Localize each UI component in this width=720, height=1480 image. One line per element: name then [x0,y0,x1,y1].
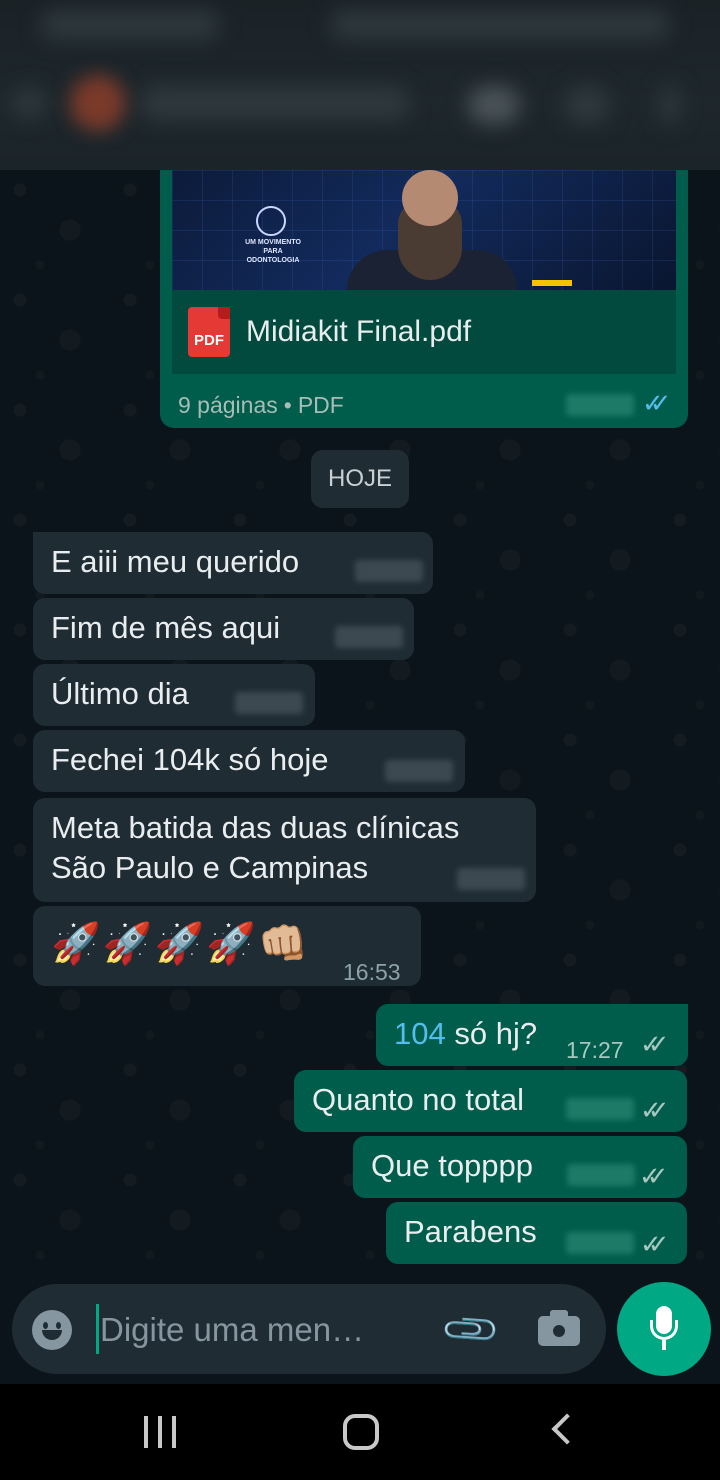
home-icon[interactable] [343,1414,379,1450]
message-text: Fechei 104k só hoje [51,742,329,777]
incoming-message[interactable]: 🚀🚀🚀🚀👊🏼 16:53 [33,906,421,986]
outgoing-message[interactable]: Parabens ✓✓ [386,1202,687,1264]
read-receipt-icon: ✓✓ [642,388,671,418]
message-text: Fim de mês aqui [51,610,281,645]
message-time-blurred [457,868,525,890]
document-file-row[interactable]: PDF Midiakit Final.pdf [172,290,676,374]
date-separator: HOJE [311,450,409,508]
recent-apps-icon[interactable] [144,1416,178,1448]
incoming-message[interactable]: Fechei 104k só hoje [33,730,465,792]
incoming-message[interactable]: Último dia [33,664,315,726]
mic-icon-stem [662,1340,666,1350]
document-filename: Midiakit Final.pdf [246,315,472,348]
outgoing-message[interactable]: Que topppp ✓✓ [353,1136,687,1198]
status-icons-blurred [330,10,670,40]
message-time-blurred [567,1164,635,1186]
meta-separator: • [283,392,292,418]
text-cursor [96,1304,99,1354]
message-text-line-2: São Paulo e Campinas [51,850,369,885]
mic-icon-arc [650,1320,678,1340]
avatar[interactable] [70,75,126,131]
message-time: 16:53 [343,959,401,985]
voice-call-icon[interactable] [564,86,610,124]
document-meta: 9 páginas • PDF [178,392,344,419]
document-thumbnail[interactable]: UM MOVIMENTO PARA ODONTOLOGIA [172,170,676,290]
pdf-icon-label: PDF [194,332,224,349]
read-receipt-icon: ✓✓ [640,1095,669,1125]
document-pages: 9 páginas [178,392,278,418]
message-time-blurred [235,692,303,714]
message-text-line-1: Meta batida das duas clínicas [51,810,460,845]
thumbnail-logo-text: UM MOVIMENTO PARA ODONTOLOGIA [245,239,301,264]
incoming-message[interactable]: Fim de mês aqui [33,598,414,660]
message-time-blurred [335,626,403,648]
message-time-blurred [566,1232,634,1254]
message-text-rest: só hj? [445,1016,538,1051]
message-text: Parabens [404,1214,537,1249]
thumbnail-person-head [402,170,458,226]
message-time-blurred [355,560,423,582]
message-time: 17:27 [566,1037,624,1063]
read-receipt-icon: ✓✓ [640,1229,669,1259]
video-call-icon[interactable] [468,86,520,124]
message-text: Último dia [51,676,189,711]
thumbnail-accent [532,280,572,286]
status-bar-blurred [40,10,220,40]
emoji-message: 🚀🚀🚀🚀👊🏼 [51,922,311,966]
outgoing-message[interactable]: 104 só hj? 17:27 ✓✓ [376,1004,688,1066]
incoming-message[interactable]: E aiii meu querido [33,532,433,594]
message-text: 104 só hj? [394,1014,537,1054]
message-text: Quanto no total [312,1082,524,1117]
camera-icon[interactable] [538,1310,580,1346]
outgoing-message[interactable]: Quanto no total ✓✓ [294,1070,687,1132]
document-type: PDF [297,392,344,418]
incoming-message[interactable]: Meta batida das duas clínicas São Paulo … [33,798,536,902]
menu-icon[interactable] [660,86,680,124]
message-text: E aiii meu querido [51,544,300,579]
camera-lens [550,1322,568,1340]
tooth-logo-icon [256,206,286,236]
message-time-blurred [566,1098,634,1120]
read-receipt-icon: ✓✓ [640,1029,669,1059]
pdf-icon: PDF [188,307,230,357]
message-highlight: 104 [394,1016,446,1051]
chat-area[interactable]: UM MOVIMENTO PARA ODONTOLOGIA PDF Midiak… [0,170,720,1280]
message-time-blurred [385,760,453,782]
mic-button[interactable] [617,1282,711,1376]
back-icon[interactable] [12,88,46,118]
message-time-blurred [566,394,634,416]
contact-name-blurred[interactable] [140,86,410,120]
chat-header [0,0,720,170]
read-receipt-icon: ✓✓ [639,1161,668,1191]
document-message[interactable]: UM MOVIMENTO PARA ODONTOLOGIA PDF Midiak… [160,170,688,428]
message-input[interactable] [100,1305,420,1355]
emoji-icon[interactable] [32,1310,72,1350]
message-text: Que topppp [371,1148,534,1183]
